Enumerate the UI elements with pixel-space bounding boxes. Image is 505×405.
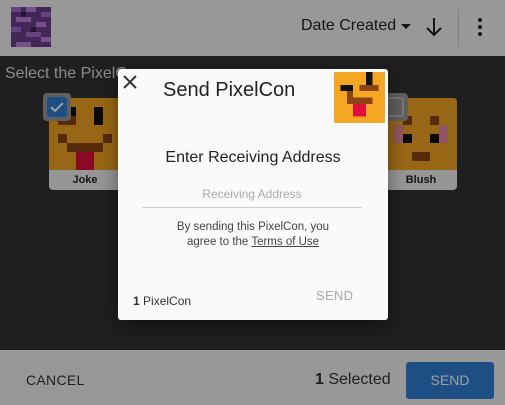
terms-note-line2: agree to the Terms of Use	[118, 235, 388, 250]
dialog-title: Send PixelCon	[163, 79, 296, 101]
terms-note-line1: By sending this PixelCon, you	[176, 221, 330, 233]
pixelcon-count-number: 1	[133, 294, 140, 308]
pixelcon-count-label: PixelCon	[143, 294, 192, 308]
pixelcon-preview-icon	[334, 72, 385, 123]
terms-note-prefix: agree to the	[186, 236, 252, 248]
receiving-address-input[interactable]	[142, 181, 362, 208]
pixelcon-count: 1 PixelCon	[133, 294, 191, 308]
close-icon[interactable]	[122, 74, 138, 90]
dialog-send-button[interactable]: SEND	[316, 288, 353, 303]
dialog-subtitle: Enter Receiving Address	[165, 149, 341, 166]
terms-of-use-link[interactable]: Terms of Use	[251, 236, 319, 248]
terms-note: By sending this PixelCon, you agree to t…	[118, 220, 388, 250]
send-pixelcon-dialog: Send PixelCon Enter Receiving Address By…	[118, 69, 388, 320]
